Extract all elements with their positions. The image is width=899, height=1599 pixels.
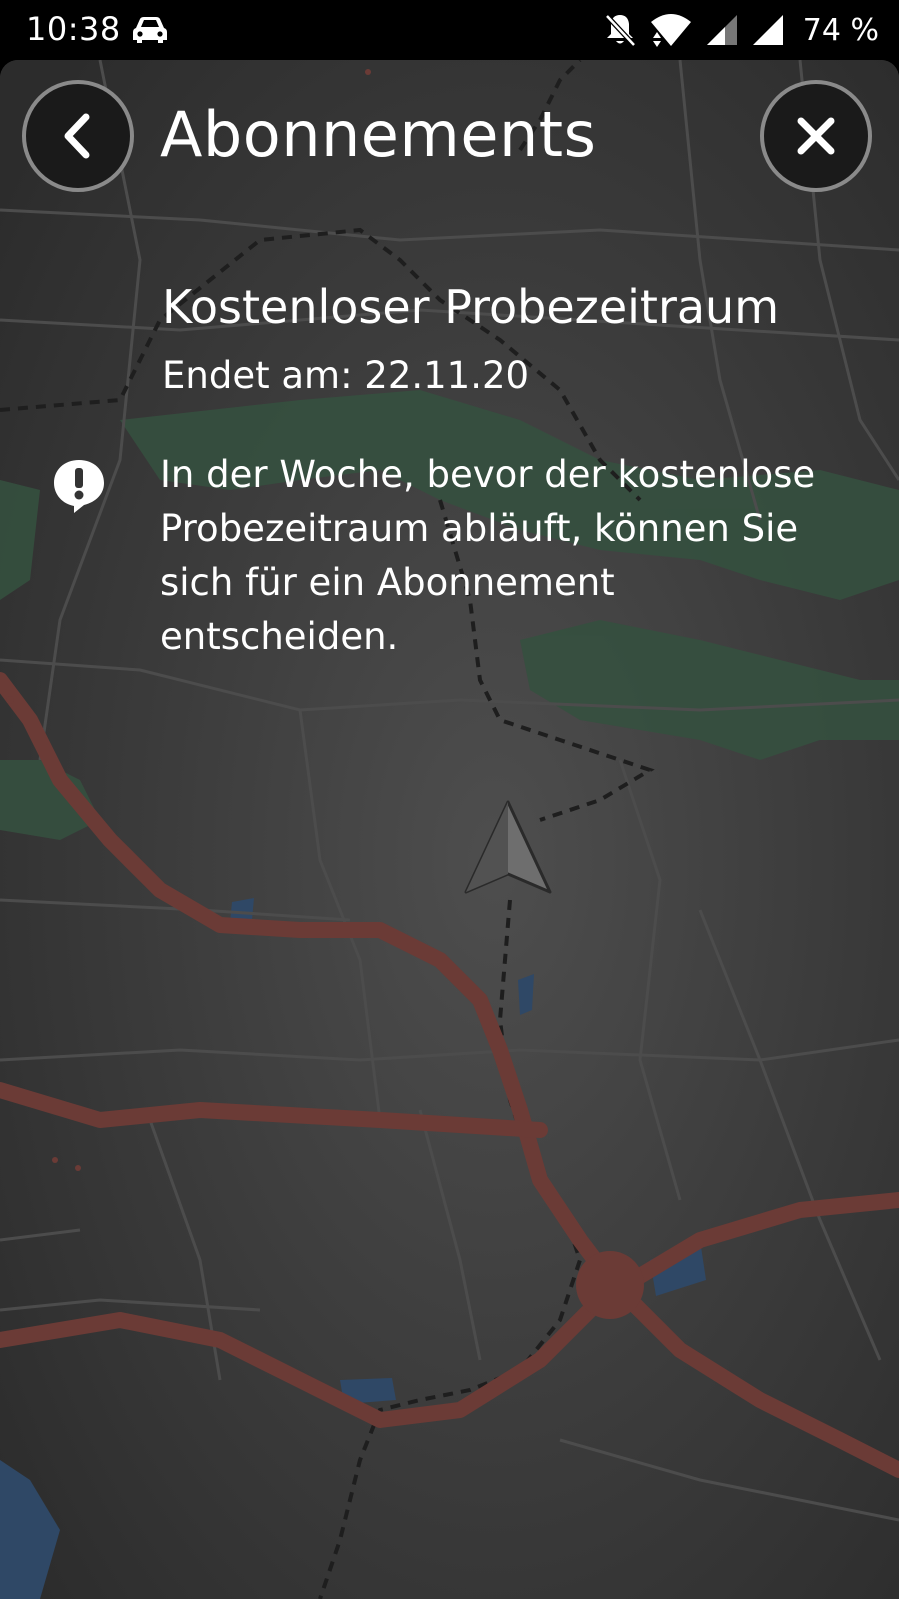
navigation-arrow-icon [464, 800, 552, 894]
back-button[interactable] [22, 80, 134, 192]
info-text: In der Woche, bevor der kostenlose Probe… [160, 453, 816, 658]
bell-off-icon [603, 12, 637, 48]
screen: 10:38 74 % Abonnements Kostenloser Probe… [0, 0, 899, 1599]
chevron-left-icon [64, 113, 90, 159]
car-icon [130, 14, 170, 46]
cell-signal-icon-2 [751, 13, 785, 47]
map-view[interactable]: Abonnements Kostenloser Probezeitraum En… [0, 60, 899, 1599]
alert-speech-icon [54, 460, 104, 513]
trial-end-date: Endet am: 22.11.20 [162, 354, 530, 397]
cell-signal-icon [705, 13, 739, 47]
battery-level: 74 % [802, 12, 879, 48]
status-bar: 10:38 74 % [0, 0, 899, 60]
status-time: 10:38 [26, 10, 121, 48]
page-title: Abonnements [160, 98, 597, 171]
close-icon [797, 117, 835, 155]
trial-title: Kostenloser Probezeitraum [162, 280, 780, 334]
status-icons: 74 % [603, 10, 879, 50]
close-button[interactable] [760, 80, 872, 192]
wifi-icon [649, 12, 693, 48]
